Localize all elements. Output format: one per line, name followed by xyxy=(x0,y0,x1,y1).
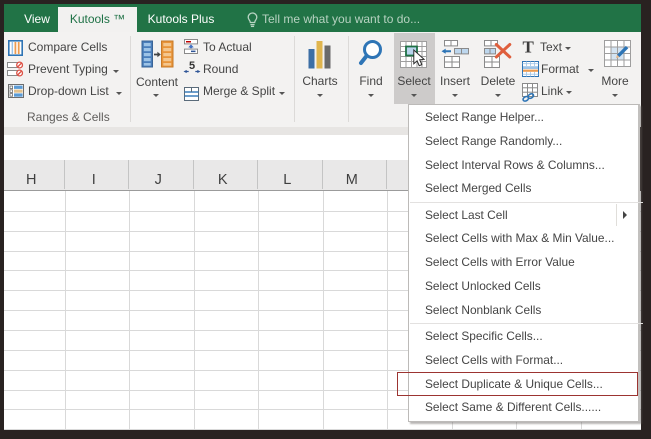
svg-text:5: 5 xyxy=(189,60,195,72)
svg-text:T: T xyxy=(523,39,535,54)
